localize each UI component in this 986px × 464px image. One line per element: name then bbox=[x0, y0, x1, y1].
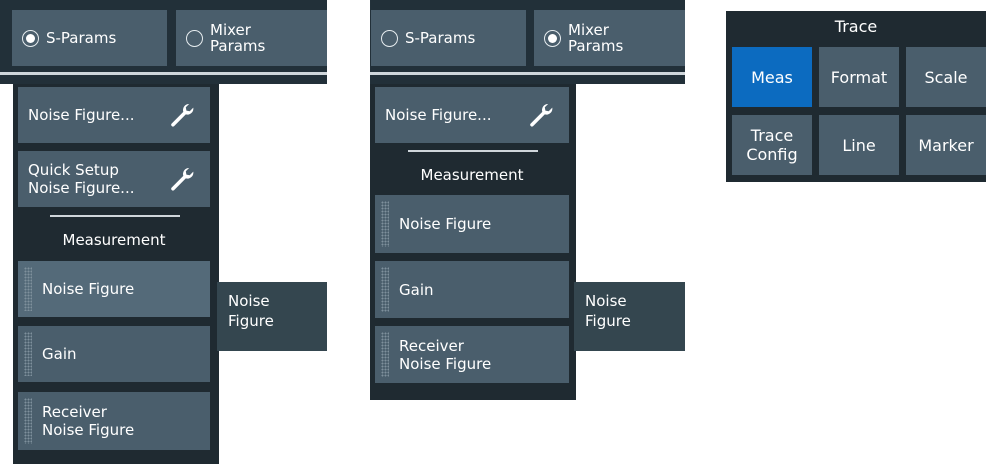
noise-figure-item-label: Noise Figure bbox=[399, 215, 492, 233]
meas-button[interactable]: Meas bbox=[732, 47, 812, 107]
trace-config-button[interactable]: Trace Config bbox=[732, 115, 812, 175]
radio-unselected-icon bbox=[186, 29, 203, 47]
receiver-noise-figure-item[interactable]: Receiver Noise Figure bbox=[18, 392, 210, 450]
measurement-heading: Measurement bbox=[62, 231, 166, 249]
separator-line bbox=[370, 72, 685, 75]
measurement-heading: Measurement bbox=[420, 166, 524, 184]
receiver-line2: Noise Figure bbox=[399, 354, 492, 373]
middle-sparams-radio-button[interactable]: S-Params bbox=[371, 10, 526, 66]
trace-config-line1: Trace bbox=[750, 126, 794, 145]
flyout-label: Noise Figure bbox=[228, 292, 274, 330]
trace-title: Trace bbox=[834, 17, 878, 36]
sparams-label: S-Params bbox=[405, 29, 476, 47]
sparams-label: S-Params bbox=[46, 29, 117, 47]
scale-button[interactable]: Scale bbox=[906, 47, 986, 107]
gain-item-label: Gain bbox=[399, 280, 434, 299]
wrench-icon bbox=[530, 103, 553, 127]
wrench-icon bbox=[171, 103, 194, 127]
left-mixer-params-radio-button[interactable]: Mixer Params bbox=[176, 10, 327, 66]
mixer-line2: Params bbox=[210, 37, 266, 55]
noise-figure-flyout[interactable]: Noise Figure bbox=[574, 282, 685, 351]
line-button[interactable]: Line bbox=[819, 115, 899, 175]
gain-item-label: Gain bbox=[42, 345, 77, 363]
receiver-line2: Noise Figure bbox=[42, 421, 135, 439]
quick-setup-label: Quick Setup Noise Figure... bbox=[18, 161, 134, 197]
gain-item[interactable]: Gain bbox=[375, 261, 569, 318]
noise-figure-item-label: Noise Figure bbox=[42, 280, 135, 298]
noise-figure-flyout[interactable]: Noise Figure bbox=[217, 282, 327, 351]
flyout-line2: Figure bbox=[228, 312, 274, 330]
marker-button[interactable]: Marker bbox=[906, 115, 986, 175]
mixer-params-label: Mixer Params bbox=[210, 22, 265, 54]
mixer-params-label: Mixer Params bbox=[568, 22, 623, 54]
radio-selected-icon bbox=[544, 29, 561, 47]
radio-unselected-icon bbox=[381, 29, 398, 47]
gain-item[interactable]: Gain bbox=[18, 326, 210, 382]
receiver-noise-figure-item[interactable]: Receiver Noise Figure bbox=[375, 326, 569, 383]
noise-figure-setup-label: Noise Figure... bbox=[385, 106, 492, 124]
quick-setup-line1: Quick Setup bbox=[28, 161, 119, 179]
measurement-divider bbox=[408, 150, 538, 152]
measurement-divider bbox=[50, 215, 180, 217]
quick-setup-line2: Noise Figure... bbox=[28, 179, 135, 197]
noise-figure-setup-button[interactable]: Noise Figure... bbox=[375, 87, 569, 143]
noise-figure-item[interactable]: Noise Figure bbox=[18, 261, 210, 317]
receiver-noise-figure-label: Receiver Noise Figure bbox=[375, 337, 491, 373]
noise-figure-item[interactable]: Noise Figure bbox=[375, 195, 569, 253]
format-button[interactable]: Format bbox=[819, 47, 899, 107]
flyout-line1: Noise bbox=[228, 292, 270, 310]
flyout-label: Noise Figure bbox=[585, 292, 631, 330]
flyout-line1: Noise bbox=[585, 292, 627, 310]
left-sparams-radio-button[interactable]: S-Params bbox=[12, 10, 167, 66]
wrench-icon bbox=[171, 167, 194, 191]
trace-config-label: Trace Config bbox=[746, 126, 797, 164]
radio-selected-icon bbox=[22, 29, 39, 47]
receiver-noise-figure-label: Receiver Noise Figure bbox=[18, 403, 134, 439]
noise-figure-setup-button[interactable]: Noise Figure... bbox=[18, 87, 210, 143]
receiver-line1: Receiver bbox=[42, 403, 107, 421]
quick-setup-noise-figure-button[interactable]: Quick Setup Noise Figure... bbox=[18, 151, 210, 207]
noise-figure-setup-label: Noise Figure... bbox=[28, 106, 135, 124]
middle-mixer-params-radio-button[interactable]: Mixer Params bbox=[534, 10, 685, 66]
trace-config-line2: Config bbox=[746, 145, 798, 164]
separator-line bbox=[0, 72, 327, 75]
flyout-line2: Figure bbox=[585, 312, 631, 330]
receiver-line1: Receiver bbox=[399, 336, 464, 355]
mixer-line2: Params bbox=[568, 37, 624, 55]
